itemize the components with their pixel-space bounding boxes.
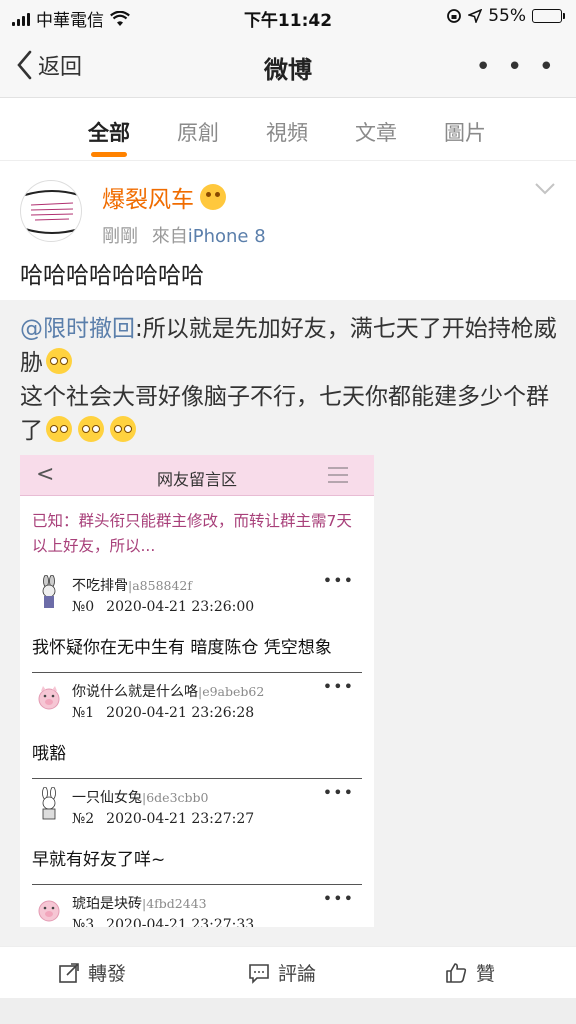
- laughing-emoji-icon: [46, 348, 72, 374]
- entry-number: №3: [72, 917, 95, 927]
- entry-hash: |a858842f: [128, 578, 193, 593]
- tab-original[interactable]: 原創: [177, 117, 219, 147]
- entry-body: 哦豁: [32, 744, 66, 764]
- entry-name: 琥珀是块砖: [72, 896, 142, 912]
- mention-link[interactable]: @限时撤回: [20, 316, 135, 342]
- entry-hash: |e9abeb62: [198, 684, 265, 699]
- tab-active-indicator: [91, 152, 127, 157]
- comment-entry: 不吃排骨|a858842f ••• №0 2020-04-21 23:26:00 …: [20, 567, 374, 673]
- pig-avatar-icon: [38, 686, 60, 710]
- eye-roll-emoji-icon: [46, 416, 72, 442]
- tab-all[interactable]: 全部: [88, 117, 130, 147]
- comment-label: 評論: [278, 963, 317, 985]
- entry-more-icon: •••: [322, 677, 354, 696]
- chevron-down-icon[interactable]: [534, 182, 556, 196]
- comment-icon: [249, 963, 269, 984]
- bottom-separator: [0, 998, 576, 1024]
- like-button[interactable]: 贊: [444, 959, 495, 986]
- author-label: 爆裂风车: [102, 187, 194, 213]
- entry-more-icon: •••: [322, 783, 354, 802]
- battery-percent: 55%: [488, 6, 526, 26]
- comment-entry: 你说什么就是什么咯|e9abeb62 ••• №1 2020-04-21 23:2…: [20, 673, 374, 779]
- entry-body: 早就有好友了咩~: [32, 850, 166, 870]
- entry-body: 我怀疑你在无中生有 暗度陈仓 凭空想象: [32, 638, 332, 658]
- author-name[interactable]: 爆裂风车: [102, 180, 226, 214]
- entry-number: №0: [72, 599, 95, 615]
- status-right: 55%: [446, 6, 565, 26]
- eye-roll-emoji-icon: [110, 416, 136, 442]
- like-label: 贊: [476, 963, 496, 985]
- thumbs-up-icon: [446, 962, 467, 983]
- post-meta: 剛剛 來自iPhone 8: [102, 222, 266, 248]
- hamburger-menu-icon: [328, 467, 348, 483]
- entry-more-icon: •••: [322, 889, 354, 908]
- comment-entry: 琥珀是块砖|4fbd2443 ••• №3 2020-04-21 23:27:33: [20, 885, 374, 927]
- source-prefix: 來自: [151, 226, 188, 247]
- entry-name: 不吃排骨: [72, 578, 128, 594]
- rabbit-avatar-icon: [42, 575, 56, 608]
- screenshot-header: < 网友留言区: [20, 455, 374, 496]
- tab-video[interactable]: 視頻: [266, 117, 308, 147]
- embedded-screenshot[interactable]: < 网友留言区 已知：群头衔只能群主修改，而转让群主需7天以上好友，所以... …: [20, 455, 374, 927]
- rabbit-avatar-icon: [42, 787, 56, 820]
- repost-label: 轉發: [88, 963, 127, 985]
- post-text: 哈哈哈哈哈哈哈哈: [20, 263, 204, 289]
- pig-avatar-icon: [38, 900, 60, 922]
- entry-name: 一只仙女兔: [72, 790, 142, 806]
- battery-icon: [532, 9, 565, 23]
- more-button[interactable]: • • •: [475, 52, 558, 82]
- post-source[interactable]: iPhone 8: [188, 226, 266, 247]
- comment-button[interactable]: 評論: [248, 959, 316, 986]
- tab-pictures[interactable]: 圖片: [444, 117, 486, 147]
- repost-button[interactable]: 轉發: [58, 959, 126, 986]
- status-bar: 中華電信 下午11:42 55%: [0, 0, 576, 34]
- entry-more-icon: •••: [322, 571, 354, 590]
- entry-number: №2: [72, 811, 95, 827]
- entry-timestamp: 2020-04-21 23:26:28: [106, 705, 255, 721]
- rotation-lock-icon: [447, 9, 462, 23]
- entry-hash: |4fbd2443: [142, 896, 207, 911]
- location-icon: [468, 9, 483, 23]
- repost-text: @限时撤回:所以就是先加好友，满七天了开始持枪威胁 这个社会大哥好像脑子不行，七…: [20, 312, 560, 448]
- comment-entry: 一只仙女兔|6de3cbb0 ••• №2 2020-04-21 23:27:27…: [20, 779, 374, 885]
- screenshot-notice: 已知：群头衔只能群主修改，而转让群主需7天以上好友，所以...: [32, 512, 352, 555]
- entry-name: 你说什么就是什么咯: [72, 684, 198, 700]
- eye-roll-emoji-icon: [78, 416, 104, 442]
- screenshot-title: 网友留言区: [156, 470, 237, 489]
- entry-timestamp: 2020-04-21 23:27:33: [106, 917, 255, 927]
- action-bar: 轉發 評論 贊: [0, 946, 576, 998]
- tab-article[interactable]: 文章: [355, 117, 397, 147]
- post-time: 剛剛: [102, 226, 138, 247]
- avatar[interactable]: [20, 180, 82, 242]
- avatar-image: [24, 190, 80, 234]
- repost-block[interactable]: @限时撤回:所以就是先加好友，满七天了开始持枪威胁 这个社会大哥好像脑子不行，七…: [0, 300, 576, 946]
- entry-hash: |6de3cbb0: [142, 790, 209, 805]
- nav-bar: 返回 微博 • • •: [0, 34, 576, 98]
- tab-bar: 全部 原創 視頻 文章 圖片: [0, 99, 576, 161]
- heart-eyes-emoji-icon: [200, 184, 226, 210]
- share-icon: [59, 962, 79, 983]
- entry-timestamp: 2020-04-21 23:26:00: [106, 599, 255, 615]
- entry-timestamp: 2020-04-21 23:27:27: [106, 811, 255, 827]
- entry-number: №1: [72, 705, 95, 721]
